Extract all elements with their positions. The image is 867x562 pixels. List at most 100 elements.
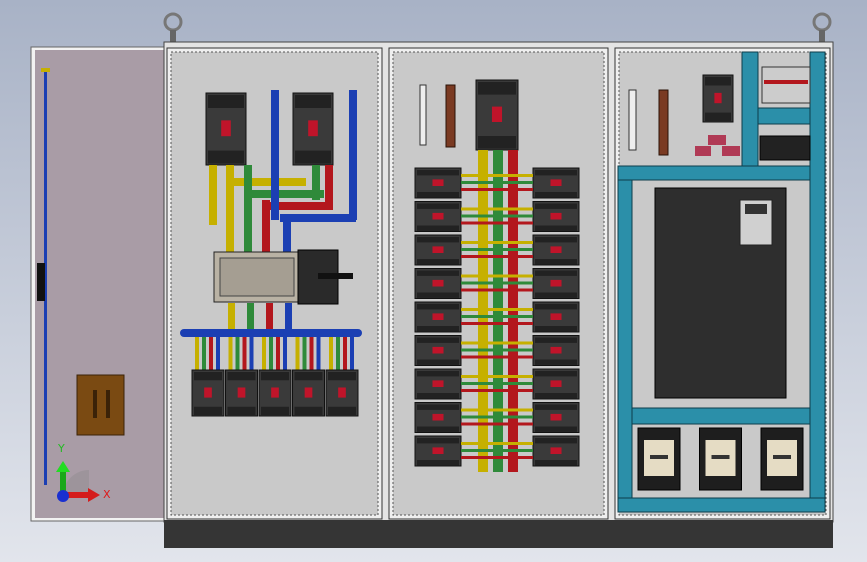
breaker-terminal [417,237,459,243]
breaker-terminal [535,326,577,332]
busbar-drop [247,303,254,333]
breaker-toggle [304,387,313,398]
breaker-toggle [432,413,444,421]
door-handle[interactable] [37,263,45,301]
earth-bar [658,89,669,156]
breaker-terminal [417,371,459,377]
branch-cable [228,337,233,370]
cad-viewport[interactable]: Y X [0,0,867,562]
cable-duct [809,51,826,499]
feeder-cable [461,389,533,392]
breaker-terminal [295,150,331,164]
busbar-blue [271,90,279,220]
feeder-cable [461,281,533,285]
branch-cable [209,337,213,370]
cable-duct [741,51,759,167]
breaker-terminal [208,95,244,108]
feeder-cable [461,181,533,184]
feeder-cable [461,408,533,412]
relay-module [761,66,811,104]
breaker-toggle [432,212,444,220]
branch-cable [276,337,280,370]
breaker-toggle [432,279,444,287]
breaker-terminal [194,406,222,416]
breaker-terminal [705,112,731,122]
branch-cable [249,337,254,370]
fuse-block [722,146,740,156]
cable-duct [617,179,633,499]
busbar-yellow [209,165,217,225]
breaker-toggle [550,313,562,320]
feeder-cable [461,442,533,445]
breaker-terminal [535,259,577,265]
axis-y-label: Y [57,442,65,455]
cable-duct [631,407,811,425]
busbar-red [325,165,333,210]
breaker-terminal [417,203,459,209]
breaker-terminal [535,203,577,209]
breaker-terminal [294,372,323,381]
breaker-toggle [550,179,562,186]
breaker-toggle [550,413,562,421]
branch-cable [343,337,347,370]
lifting-eye-right [812,12,832,42]
branch-cable [269,337,273,370]
breaker-toggle [550,346,562,354]
breaker-terminal [535,371,577,377]
breaker-terminal [208,150,244,164]
contactor-label [650,455,668,459]
feeder-cable [461,214,533,218]
feeder-cable [461,456,533,459]
cable-duct [617,497,826,513]
breaker-terminal [328,406,356,416]
breaker-terminal [328,372,356,381]
feeder-cable [461,255,533,258]
breaker-terminal [417,438,459,444]
busbar-yellow [228,178,306,186]
breaker-terminal [417,292,459,298]
breaker-terminal [294,406,323,416]
feeder-cable [461,308,533,311]
breaker-toggle [271,387,279,398]
breaker-terminal [535,170,577,176]
isolator-handle [318,273,353,279]
branch-cable [283,337,287,370]
feeder-cable [461,422,533,426]
feeder-cable [461,174,533,177]
cable-duct [757,107,811,125]
breaker-terminal [535,270,577,276]
breaker-toggle [221,120,231,137]
branch-cable [202,337,206,370]
breaker-terminal [417,192,459,198]
breaker-toggle [714,92,722,104]
breaker-terminal [535,337,577,343]
breaker-toggle [432,380,444,387]
vfd-display [745,204,767,214]
feeder-cable [461,288,533,292]
earth-bar [445,84,456,148]
breaker-terminal [227,406,256,416]
feeder-cable [461,248,533,251]
branch-cable [295,337,300,370]
feeder-cable [461,315,533,318]
busbar-green [244,165,252,253]
feeder-cable [461,274,533,278]
breaker-toggle [550,246,562,253]
breaker-terminal [535,192,577,198]
feeder-cable [461,348,533,352]
breaker-terminal [417,337,459,343]
branch-cable [195,337,199,370]
terminal-strip [419,84,427,146]
feeder-cable [461,322,533,325]
fuse-block [695,146,711,156]
cabinet-plinth [164,520,833,548]
busbar-blue [280,214,356,222]
branch-cable [216,337,220,370]
breaker-terminal [417,359,459,365]
breaker-terminal [535,304,577,310]
breaker-terminal [417,225,459,231]
branch-cable [350,337,354,370]
breaker-toggle [432,447,444,454]
breaker-terminal [535,359,577,365]
main-isolator-face [219,257,295,297]
